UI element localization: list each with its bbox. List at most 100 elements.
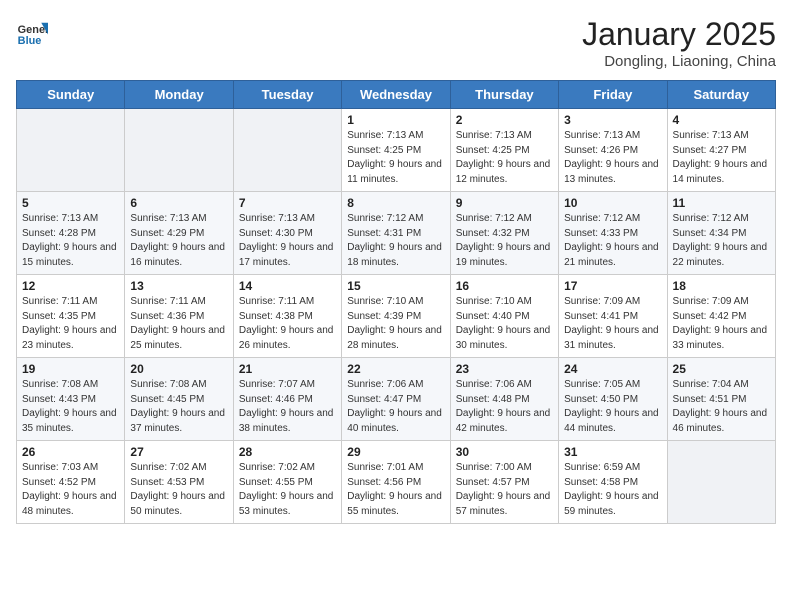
calendar-cell: 7 Sunrise: 7:13 AMSunset: 4:30 PMDaylight… <box>233 192 341 275</box>
calendar-cell <box>125 109 233 192</box>
day-number: 14 <box>239 279 336 293</box>
cell-content: Sunrise: 7:11 AMSunset: 4:36 PMDaylight:… <box>130 295 227 353</box>
days-header-row: SundayMondayTuesdayWednesdayThursdayFrid… <box>17 81 776 109</box>
cell-content: Sunrise: 7:13 AMSunset: 4:25 PMDaylight:… <box>347 129 444 187</box>
calendar-cell: 14 Sunrise: 7:11 AMSunset: 4:38 PMDayligh… <box>233 275 341 358</box>
day-number: 12 <box>22 279 119 293</box>
calendar-week-2: 5 Sunrise: 7:13 AMSunset: 4:28 PMDaylight… <box>17 192 776 275</box>
day-number: 20 <box>130 362 227 376</box>
calendar-subtitle: Dongling, Liaoning, China <box>582 53 776 70</box>
calendar-cell: 19 Sunrise: 7:08 AMSunset: 4:43 PMDayligh… <box>17 358 125 441</box>
cell-content: Sunrise: 7:02 AMSunset: 4:53 PMDaylight:… <box>130 461 227 519</box>
calendar-cell: 3 Sunrise: 7:13 AMSunset: 4:26 PMDaylight… <box>559 109 667 192</box>
day-number: 8 <box>347 196 444 210</box>
calendar-cell: 2Sunrise: 7:13 AMSunset: 4:25 PMDaylight… <box>450 109 558 192</box>
day-header-saturday: Saturday <box>667 81 775 109</box>
cell-content: Sunrise: 6:59 AMSunset: 4:58 PMDaylight:… <box>564 461 661 519</box>
day-number: 24 <box>564 362 661 376</box>
calendar-cell: 28Sunrise: 7:02 AMSunset: 4:55 PMDayligh… <box>233 441 341 524</box>
cell-content: Sunrise: 7:13 AMSunset: 4:25 PMDaylight:… <box>456 129 553 187</box>
calendar-week-3: 12 Sunrise: 7:11 AMSunset: 4:35 PMDayligh… <box>17 275 776 358</box>
cell-content: Sunrise: 7:04 AMSunset: 4:51 PMDaylight:… <box>673 378 770 436</box>
day-header-wednesday: Wednesday <box>342 81 450 109</box>
day-number: 18 <box>673 279 770 293</box>
calendar-cell: 23 Sunrise: 7:06 AMSunset: 4:48 PMDayligh… <box>450 358 558 441</box>
day-number: 29 <box>347 445 444 459</box>
cell-content: Sunrise: 7:13 AMSunset: 4:30 PMDaylight:… <box>239 212 336 270</box>
day-number: 3 <box>564 113 661 127</box>
calendar-cell: 26Sunrise: 7:03 AMSunset: 4:52 PMDayligh… <box>17 441 125 524</box>
page-header: General Blue January 2025 Dongling, Liao… <box>16 16 776 70</box>
cell-content: Sunrise: 7:12 AMSunset: 4:33 PMDaylight:… <box>564 212 661 270</box>
day-number: 25 <box>673 362 770 376</box>
calendar-cell: 4Sunrise: 7:13 AMSunset: 4:27 PMDaylight… <box>667 109 775 192</box>
calendar-cell: 11 Sunrise: 7:12 AMSunset: 4:34 PMDayligh… <box>667 192 775 275</box>
calendar-cell: 18 Sunrise: 7:09 AMSunset: 4:42 PMDayligh… <box>667 275 775 358</box>
cell-content: Sunrise: 7:13 AMSunset: 4:29 PMDaylight:… <box>130 212 227 270</box>
cell-content: Sunrise: 7:09 AMSunset: 4:42 PMDaylight:… <box>673 295 770 353</box>
cell-content: Sunrise: 7:11 AMSunset: 4:38 PMDaylight:… <box>239 295 336 353</box>
day-header-monday: Monday <box>125 81 233 109</box>
day-number: 23 <box>456 362 553 376</box>
calendar-cell: 27 Sunrise: 7:02 AMSunset: 4:53 PMDayligh… <box>125 441 233 524</box>
cell-content: Sunrise: 7:03 AMSunset: 4:52 PMDaylight:… <box>22 461 119 519</box>
day-number: 16 <box>456 279 553 293</box>
day-number: 4 <box>673 113 770 127</box>
calendar-cell: 17 Sunrise: 7:09 AMSunset: 4:41 PMDayligh… <box>559 275 667 358</box>
calendar-cell <box>17 109 125 192</box>
day-number: 11 <box>673 196 770 210</box>
cell-content: Sunrise: 7:13 AMSunset: 4:28 PMDaylight:… <box>22 212 119 270</box>
calendar-title: January 2025 <box>582 16 776 53</box>
cell-content: Sunrise: 7:06 AMSunset: 4:47 PMDaylight:… <box>347 378 444 436</box>
cell-content: Sunrise: 7:10 AMSunset: 4:40 PMDaylight:… <box>456 295 553 353</box>
cell-content: Sunrise: 7:06 AMSunset: 4:48 PMDaylight:… <box>456 378 553 436</box>
day-header-sunday: Sunday <box>17 81 125 109</box>
calendar-cell: 20 Sunrise: 7:08 AMSunset: 4:45 PMDayligh… <box>125 358 233 441</box>
cell-content: Sunrise: 7:10 AMSunset: 4:39 PMDaylight:… <box>347 295 444 353</box>
day-number: 6 <box>130 196 227 210</box>
calendar-cell: 24Sunrise: 7:05 AMSunset: 4:50 PMDayligh… <box>559 358 667 441</box>
day-header-thursday: Thursday <box>450 81 558 109</box>
cell-content: Sunrise: 7:12 AMSunset: 4:31 PMDaylight:… <box>347 212 444 270</box>
cell-content: Sunrise: 7:12 AMSunset: 4:34 PMDaylight:… <box>673 212 770 270</box>
logo-icon: General Blue <box>16 16 48 48</box>
calendar-week-1: 1 Sunrise: 7:13 AMSunset: 4:25 PMDaylight… <box>17 109 776 192</box>
day-number: 15 <box>347 279 444 293</box>
day-number: 9 <box>456 196 553 210</box>
day-number: 22 <box>347 362 444 376</box>
calendar-week-5: 26Sunrise: 7:03 AMSunset: 4:52 PMDayligh… <box>17 441 776 524</box>
day-number: 31 <box>564 445 661 459</box>
cell-content: Sunrise: 7:09 AMSunset: 4:41 PMDaylight:… <box>564 295 661 353</box>
calendar-cell: 6 Sunrise: 7:13 AMSunset: 4:29 PMDaylight… <box>125 192 233 275</box>
day-number: 7 <box>239 196 336 210</box>
calendar-cell: 13Sunrise: 7:11 AMSunset: 4:36 PMDayligh… <box>125 275 233 358</box>
calendar-cell: 8 Sunrise: 7:12 AMSunset: 4:31 PMDaylight… <box>342 192 450 275</box>
calendar-cell: 15 Sunrise: 7:10 AMSunset: 4:39 PMDayligh… <box>342 275 450 358</box>
day-number: 27 <box>130 445 227 459</box>
calendar-cell <box>233 109 341 192</box>
cell-content: Sunrise: 7:00 AMSunset: 4:57 PMDaylight:… <box>456 461 553 519</box>
day-number: 17 <box>564 279 661 293</box>
cell-content: Sunrise: 7:08 AMSunset: 4:43 PMDaylight:… <box>22 378 119 436</box>
day-number: 5 <box>22 196 119 210</box>
calendar-cell: 21Sunrise: 7:07 AMSunset: 4:46 PMDayligh… <box>233 358 341 441</box>
svg-text:Blue: Blue <box>18 35 42 47</box>
calendar-cell: 16 Sunrise: 7:10 AMSunset: 4:40 PMDayligh… <box>450 275 558 358</box>
cell-content: Sunrise: 7:07 AMSunset: 4:46 PMDaylight:… <box>239 378 336 436</box>
day-number: 1 <box>347 113 444 127</box>
cell-content: Sunrise: 7:01 AMSunset: 4:56 PMDaylight:… <box>347 461 444 519</box>
cell-content: Sunrise: 7:13 AMSunset: 4:26 PMDaylight:… <box>564 129 661 187</box>
title-block: January 2025 Dongling, Liaoning, China <box>582 16 776 70</box>
day-number: 19 <box>22 362 119 376</box>
cell-content: Sunrise: 7:11 AMSunset: 4:35 PMDaylight:… <box>22 295 119 353</box>
day-header-friday: Friday <box>559 81 667 109</box>
calendar-cell: 10Sunrise: 7:12 AMSunset: 4:33 PMDayligh… <box>559 192 667 275</box>
calendar-cell: 5 Sunrise: 7:13 AMSunset: 4:28 PMDaylight… <box>17 192 125 275</box>
calendar-cell: 12 Sunrise: 7:11 AMSunset: 4:35 PMDayligh… <box>17 275 125 358</box>
calendar-cell: 29 Sunrise: 7:01 AMSunset: 4:56 PMDayligh… <box>342 441 450 524</box>
cell-content: Sunrise: 7:08 AMSunset: 4:45 PMDaylight:… <box>130 378 227 436</box>
calendar-cell: 25 Sunrise: 7:04 AMSunset: 4:51 PMDayligh… <box>667 358 775 441</box>
calendar-cell: 31 Sunrise: 6:59 AMSunset: 4:58 PMDayligh… <box>559 441 667 524</box>
calendar-cell <box>667 441 775 524</box>
calendar-cell: 22 Sunrise: 7:06 AMSunset: 4:47 PMDayligh… <box>342 358 450 441</box>
